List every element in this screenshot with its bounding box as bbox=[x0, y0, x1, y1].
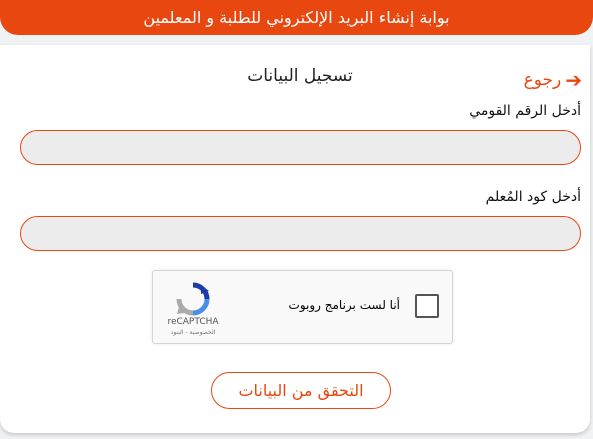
teacher-code-input[interactable] bbox=[20, 216, 581, 251]
back-link[interactable]: رجوع ➔ bbox=[524, 70, 582, 90]
arrow-right-icon: ➔ bbox=[565, 68, 582, 92]
header-title: بوابة إنشاء البريد الإلكتروني للطلبة و ا… bbox=[143, 8, 450, 27]
teacher-code-label: أدخل كود المُعلم bbox=[485, 189, 581, 205]
national-id-input[interactable] bbox=[20, 130, 581, 165]
recaptcha-logo-icon bbox=[176, 282, 210, 316]
recaptcha-terms[interactable]: الخصوصية - البنود bbox=[163, 329, 223, 336]
back-label: رجوع bbox=[523, 70, 562, 90]
recaptcha-widget: أنا لست برنامج روبوت reCAPTCHA الخصوصية … bbox=[152, 270, 453, 344]
verify-data-button[interactable]: التحقق من البيانات bbox=[211, 372, 391, 409]
recaptcha-checkbox-label: أنا لست برنامج روبوت bbox=[288, 298, 400, 312]
recaptcha-brand: reCAPTCHA bbox=[167, 317, 219, 327]
page-header: بوابة إنشاء البريد الإلكتروني للطلبة و ا… bbox=[0, 0, 593, 35]
recaptcha-checkbox[interactable] bbox=[415, 294, 439, 318]
national-id-label: أدخل الرقم القومي bbox=[469, 103, 581, 119]
form-title: تسجيل البيانات bbox=[247, 66, 353, 86]
